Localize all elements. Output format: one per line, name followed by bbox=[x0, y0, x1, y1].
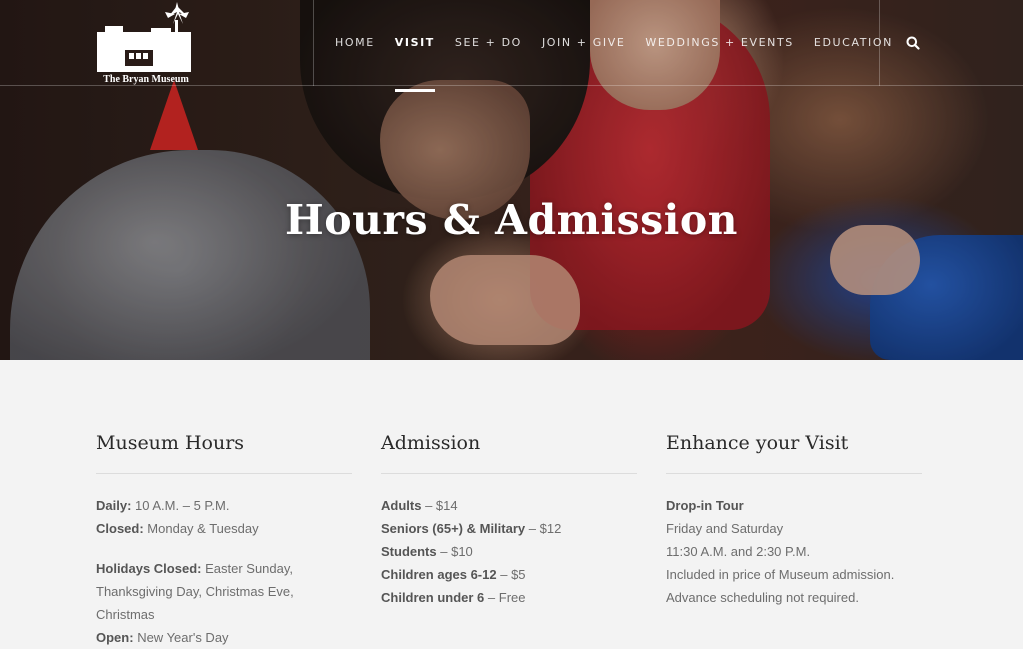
site-header: The Bryan Museum HOME VISIT SEE + DO JOI… bbox=[0, 0, 1023, 92]
admission-price: – Free bbox=[487, 590, 526, 605]
holidays-label: Holidays Closed: bbox=[96, 561, 202, 576]
admission-row: Seniors (65+) & Military – $12 bbox=[381, 517, 637, 540]
hero-photo-shape bbox=[430, 255, 580, 345]
hours-closed: Closed: Monday & Tuesday bbox=[96, 517, 352, 540]
nav-item-education[interactable]: EDUCATION bbox=[814, 36, 893, 49]
admission-row: Children ages 6-12 – $5 bbox=[381, 563, 637, 586]
open-value: New Year's Day bbox=[137, 630, 229, 645]
admission-section: Admission Adults – $14 Seniors (65+) & M… bbox=[381, 432, 637, 609]
hours-open: Open: New Year's Day bbox=[96, 626, 352, 649]
museum-hours-section: Museum Hours Daily: 10 A.M. – 5 P.M. Clo… bbox=[96, 432, 352, 649]
nav-item-weddings-events[interactable]: WEDDINGS + EVENTS bbox=[645, 36, 794, 49]
hours-closed-value: Monday & Tuesday bbox=[147, 521, 259, 536]
hours-daily-value: 10 A.M. – 5 P.M. bbox=[135, 498, 230, 513]
hero-photo-shape bbox=[10, 150, 370, 360]
admission-row: Students – $10 bbox=[381, 540, 637, 563]
tour-label: Drop-in Tour bbox=[666, 498, 744, 513]
admission-price: – $14 bbox=[425, 498, 458, 513]
hero-photo-shape bbox=[150, 80, 198, 150]
main-nav: HOME VISIT SEE + DO JOIN + GIVE WEDDINGS… bbox=[335, 36, 913, 92]
hours-closed-label: Closed: bbox=[96, 521, 144, 536]
hero-photo-shape bbox=[870, 235, 1023, 360]
admission-label: Children ages 6-12 bbox=[381, 567, 497, 582]
tour-line: Included in price of Museum admission. bbox=[666, 567, 895, 582]
admission-row: Adults – $14 bbox=[381, 494, 637, 517]
admission-heading: Admission bbox=[381, 432, 637, 474]
nav-divider bbox=[313, 0, 314, 86]
admission-label: Adults bbox=[381, 498, 422, 513]
page-title: Hours & Admission bbox=[285, 196, 738, 244]
admission-price: – $12 bbox=[528, 521, 562, 536]
tour-line: Advance scheduling not required. bbox=[666, 590, 859, 605]
tour-line: 11:30 A.M. and 2:30 P.M. bbox=[666, 544, 811, 559]
nav-item-visit[interactable]: VISIT bbox=[394, 36, 436, 92]
tour-line: Friday and Saturday bbox=[666, 521, 784, 536]
search-icon[interactable] bbox=[906, 36, 920, 50]
nav-item-see-do[interactable]: SEE + DO bbox=[455, 36, 522, 49]
enhance-visit-heading: Enhance your Visit bbox=[666, 432, 922, 474]
admission-label: Seniors (65+) & Military bbox=[381, 521, 526, 536]
hours-daily: Daily: 10 A.M. – 5 P.M. bbox=[96, 494, 352, 517]
admission-row: Children under 6 – Free bbox=[381, 586, 637, 609]
museum-hours-heading: Museum Hours bbox=[96, 432, 352, 474]
admission-label: Students bbox=[381, 544, 437, 559]
nav-divider bbox=[879, 0, 880, 86]
site-logo[interactable]: The Bryan Museum bbox=[95, 2, 197, 86]
logo-text: The Bryan Museum bbox=[103, 74, 189, 85]
enhance-visit-section: Enhance your Visit Drop-in Tour Friday a… bbox=[666, 432, 922, 609]
museum-building-icon bbox=[97, 2, 191, 72]
admission-label: Children under 6 bbox=[381, 590, 485, 605]
open-label: Open: bbox=[96, 630, 134, 645]
tour-title: Drop-in Tour bbox=[666, 494, 922, 517]
hours-daily-label: Daily: bbox=[96, 498, 132, 513]
admission-price: – $5 bbox=[500, 567, 526, 582]
nav-item-join-give[interactable]: JOIN + GIVE bbox=[542, 36, 625, 49]
nav-item-home[interactable]: HOME bbox=[335, 36, 375, 49]
admission-price: – $10 bbox=[440, 544, 473, 559]
hours-holidays: Holidays Closed: Easter Sunday, Thanksgi… bbox=[96, 557, 352, 626]
